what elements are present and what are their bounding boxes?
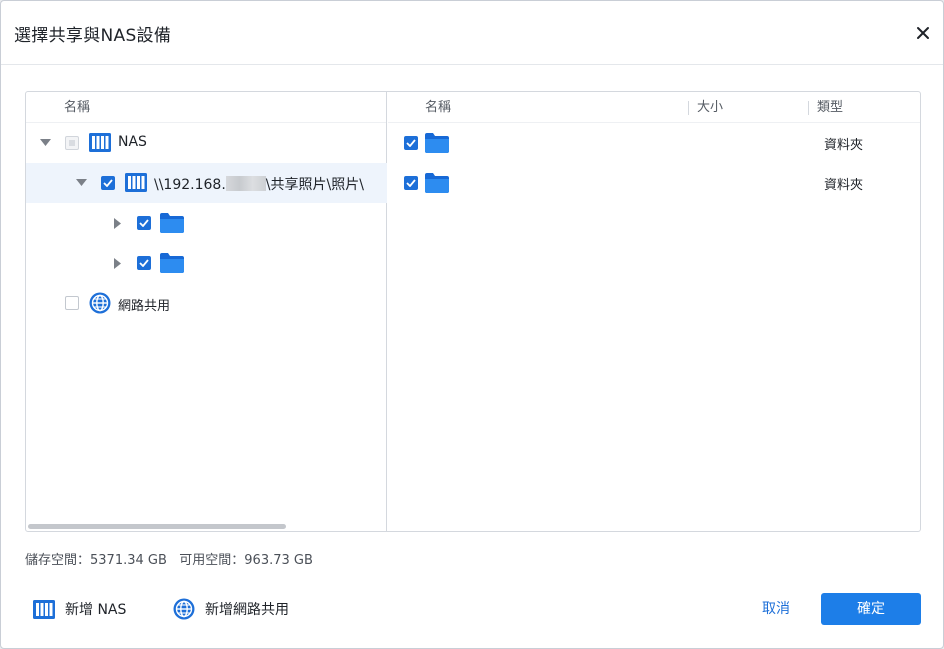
tree-checkbox[interactable] [137, 216, 151, 230]
globe-icon [89, 292, 111, 318]
add-nas-label: 新增 NAS [65, 602, 127, 618]
horizontal-scrollbar[interactable] [26, 523, 387, 531]
file-list-pane: 名稱 大小 類型 資料夾 資料夾 [388, 92, 920, 531]
check-icon [139, 219, 149, 227]
tree-item-network-share[interactable]: 網路共用 [26, 283, 387, 323]
column-header-size[interactable]: 大小 [697, 92, 723, 123]
folder-icon [160, 213, 184, 237]
ok-button[interactable]: 確定 [821, 593, 921, 625]
tree-checkbox[interactable] [65, 296, 79, 310]
tree-item-folder[interactable] [26, 243, 387, 283]
tree-checkbox[interactable] [65, 136, 79, 150]
check-icon [406, 179, 416, 187]
dialog-titlebar: 選擇共享與NAS設備 [1, 1, 943, 65]
expand-caret[interactable] [112, 217, 124, 229]
nas-icon [125, 173, 147, 196]
folder-icon [160, 253, 184, 277]
column-header-name[interactable]: 名稱 [425, 92, 451, 123]
folder-icon [425, 173, 449, 197]
chevron-down-icon [75, 179, 87, 186]
file-row[interactable]: 資料夾 [388, 123, 920, 163]
share-path-suffix: \共享照片\照片\ [265, 177, 364, 193]
chevron-right-icon [114, 257, 121, 269]
tree-item-label: NAS [118, 134, 147, 150]
tree-column-name[interactable]: 名稱 [64, 92, 90, 123]
dialog-title: 選擇共享與NAS設備 [14, 26, 172, 46]
add-nas-button[interactable]: 新增 NAS [33, 597, 126, 621]
file-type: 資料夾 [824, 178, 864, 193]
close-icon [917, 27, 929, 39]
folder-icon [425, 133, 449, 157]
globe-icon [173, 598, 195, 620]
share-path-prefix: \\192.168. [154, 177, 226, 193]
file-checkbox[interactable] [404, 136, 418, 150]
tree-item-label: 網路共用 [118, 299, 171, 314]
tree-checkbox[interactable] [137, 256, 151, 270]
tree-item-folder[interactable] [26, 203, 387, 243]
tree-pane: 名稱 NAS \\192.168. \共享照片\照片\ 網路共用 [26, 92, 387, 531]
check-icon [139, 259, 149, 267]
add-network-share-button[interactable]: 新增網路共用 [173, 597, 289, 621]
browser-panel: 名稱 NAS \\192.168. \共享照片\照片\ 網路共用 名稱 大小 類… [25, 91, 921, 532]
tree-item-label: \\192.168. \共享照片\照片\ [154, 174, 364, 194]
check-icon [406, 139, 416, 147]
close-button[interactable] [911, 21, 935, 45]
column-divider[interactable] [808, 101, 809, 115]
expand-caret[interactable] [112, 257, 124, 269]
chevron-down-icon [39, 139, 51, 146]
chevron-right-icon [114, 217, 121, 229]
scrollbar-thumb[interactable] [28, 524, 286, 529]
cancel-button[interactable]: 取消 [746, 593, 806, 625]
redacted-block [225, 176, 266, 191]
file-checkbox[interactable] [404, 176, 418, 190]
select-share-dialog: 選擇共享與NAS設備 名稱 NAS \\192.168. \共享照片\照片\ 網… [0, 0, 944, 649]
check-icon [103, 179, 113, 187]
nas-icon [33, 599, 55, 619]
tree-item-nas[interactable]: NAS [26, 123, 387, 163]
expand-caret[interactable] [39, 137, 51, 149]
column-divider[interactable] [688, 101, 689, 115]
file-row[interactable]: 資料夾 [388, 163, 920, 203]
tree-item-share-path[interactable]: \\192.168. \共享照片\照片\ [26, 163, 387, 203]
expand-caret[interactable] [75, 177, 87, 189]
file-type: 資料夾 [824, 138, 864, 153]
nas-icon [89, 133, 111, 156]
tree-checkbox[interactable] [101, 176, 115, 190]
add-network-share-label: 新增網路共用 [205, 602, 289, 618]
column-header-type[interactable]: 類型 [817, 92, 843, 123]
storage-info: 儲存空間：5371.34 GB 可用空間：963.73 GB [25, 553, 313, 568]
